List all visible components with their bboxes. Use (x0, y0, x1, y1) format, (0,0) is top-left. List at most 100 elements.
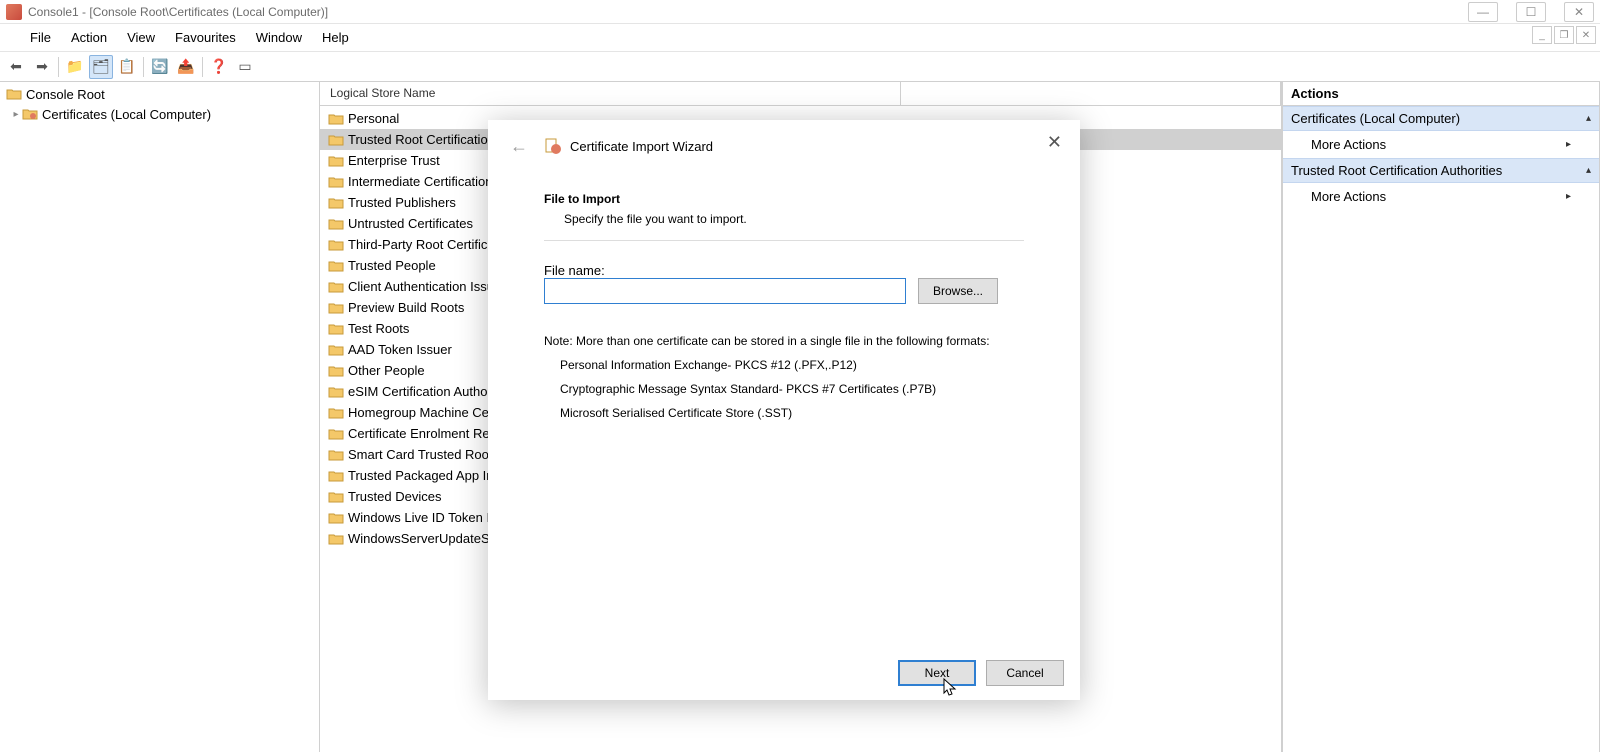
folder-icon (328, 153, 344, 169)
collapse-icon: ▴ (1586, 165, 1591, 176)
store-item-label: Test Roots (348, 321, 409, 336)
next-button[interactable]: Next (898, 660, 976, 686)
folder-icon (328, 174, 344, 190)
note-pfx: Personal Information Exchange- PKCS #12 … (560, 358, 1024, 372)
actions-more-certificates[interactable]: More Actions ▸ (1283, 131, 1599, 158)
app-icon (6, 4, 22, 20)
mdi-close-button[interactable]: ✕ (1576, 26, 1596, 44)
store-item-label: Smart Card Trusted Roots (348, 447, 499, 462)
wizard-title: Certificate Import Wizard (570, 139, 713, 154)
column-header-spacer[interactable] (901, 82, 1281, 105)
note-p7b: Cryptographic Message Syntax Standard- P… (560, 382, 1024, 396)
folder-icon (328, 279, 344, 295)
tree-panel: Console Root ▸ Certificates (Local Compu… (0, 82, 320, 752)
export-button[interactable]: 📤 (174, 55, 198, 79)
section-subtitle: Specify the file you want to import. (564, 212, 1024, 226)
folder-icon (328, 321, 344, 337)
mdi-minimize-button[interactable]: _ (1532, 26, 1552, 44)
actions-group-trusted-root[interactable]: Trusted Root Certification Authorities ▴ (1283, 158, 1599, 183)
refresh-button[interactable]: 🔄 (148, 55, 172, 79)
menu-action[interactable]: Action (61, 26, 117, 49)
wizard-icon (544, 137, 562, 155)
window-titlebar: Console1 - [Console Root\Certificates (L… (0, 0, 1600, 24)
folder-icon (328, 426, 344, 442)
actions-panel: Actions Certificates (Local Computer) ▴ … (1282, 82, 1600, 752)
menu-favourites[interactable]: Favourites (165, 26, 246, 49)
properties-button[interactable]: ▭ (233, 55, 257, 79)
forward-button[interactable]: ➡ (30, 55, 54, 79)
copy-button[interactable]: 📋 (115, 55, 139, 79)
folder-icon (328, 468, 344, 484)
folder-icon (328, 510, 344, 526)
mdi-controls: _ ❐ ✕ (1532, 26, 1596, 44)
store-item-label: Untrusted Certificates (348, 216, 473, 231)
folder-icon (328, 342, 344, 358)
folder-icon (328, 489, 344, 505)
window-title: Console1 - [Console Root\Certificates (L… (28, 5, 328, 19)
actions-more-trusted-root[interactable]: More Actions ▸ (1283, 183, 1599, 210)
menu-file[interactable]: File (20, 26, 61, 49)
actions-header: Actions (1283, 82, 1599, 106)
help-button[interactable]: ❓ (207, 55, 231, 79)
column-header-row: Logical Store Name (320, 82, 1281, 106)
chevron-right-icon: ▸ (1566, 191, 1571, 202)
column-header-name[interactable]: Logical Store Name (320, 82, 901, 105)
file-name-input[interactable] (544, 278, 906, 304)
actions-more-certificates-label: More Actions (1311, 137, 1386, 152)
show-tree-button[interactable]: 🗂 (89, 55, 113, 79)
browse-button[interactable]: Browse... (918, 278, 998, 304)
tree-child-certificates[interactable]: ▸ Certificates (Local Computer) (0, 104, 319, 124)
cancel-button[interactable]: Cancel (986, 660, 1064, 686)
file-name-label: File name: (544, 263, 605, 278)
menu-view[interactable]: View (117, 26, 165, 49)
actions-group-trusted-root-label: Trusted Root Certification Authorities (1291, 163, 1502, 178)
store-item-label: Trusted Publishers (348, 195, 456, 210)
cert-folder-icon (22, 106, 38, 122)
folder-icon (328, 300, 344, 316)
window-minimize-button[interactable]: — (1468, 2, 1498, 22)
window-close-button[interactable]: ✕ (1564, 2, 1594, 22)
tree-root-label: Console Root (26, 87, 105, 102)
wizard-back-button[interactable]: ← (502, 132, 536, 161)
actions-more-trusted-root-label: More Actions (1311, 189, 1386, 204)
store-item-label: Preview Build Roots (348, 300, 464, 315)
up-button[interactable]: 📁 (63, 55, 87, 79)
expander-icon[interactable]: ▸ (10, 109, 22, 120)
folder-icon (328, 384, 344, 400)
store-item-label: Personal (348, 111, 399, 126)
folder-icon (328, 216, 344, 232)
store-item-label: Enterprise Trust (348, 153, 440, 168)
section-title: File to Import (544, 192, 1024, 206)
menubar: File Action View Favourites Window Help … (0, 24, 1600, 52)
back-button[interactable]: ⬅ (4, 55, 28, 79)
dialog-close-button[interactable]: ✕ (1043, 132, 1066, 153)
actions-group-certificates-label: Certificates (Local Computer) (1291, 111, 1460, 126)
actions-group-certificates[interactable]: Certificates (Local Computer) ▴ (1283, 106, 1599, 131)
window-maximize-button[interactable]: ☐ (1516, 2, 1546, 22)
store-item-label: Trusted People (348, 258, 436, 273)
folder-icon (328, 195, 344, 211)
tree-child-label: Certificates (Local Computer) (42, 107, 211, 122)
folder-icon (328, 363, 344, 379)
menu-window[interactable]: Window (246, 26, 312, 49)
menu-help[interactable]: Help (312, 26, 359, 49)
folder-icon (6, 86, 22, 102)
folder-icon (328, 237, 344, 253)
folder-icon (328, 531, 344, 547)
store-item-label: Trusted Devices (348, 489, 441, 504)
collapse-icon: ▴ (1586, 113, 1591, 124)
store-item-label: AAD Token Issuer (348, 342, 452, 357)
tree-root[interactable]: Console Root (0, 84, 319, 104)
mdi-restore-button[interactable]: ❐ (1554, 26, 1574, 44)
folder-icon (328, 111, 344, 127)
note-sst: Microsoft Serialised Certificate Store (… (560, 406, 1024, 420)
folder-icon (328, 447, 344, 463)
folder-icon (328, 132, 344, 148)
folder-icon (328, 405, 344, 421)
folder-icon (328, 258, 344, 274)
note-header: Note: More than one certificate can be s… (544, 334, 1024, 348)
store-item-label: Other People (348, 363, 425, 378)
chevron-right-icon: ▸ (1566, 139, 1571, 150)
certificate-import-wizard-dialog: ← Certificate Import Wizard ✕ File to Im… (488, 120, 1080, 700)
toolbar: ⬅ ➡ 📁 🗂 📋 🔄 📤 ❓ ▭ (0, 52, 1600, 82)
